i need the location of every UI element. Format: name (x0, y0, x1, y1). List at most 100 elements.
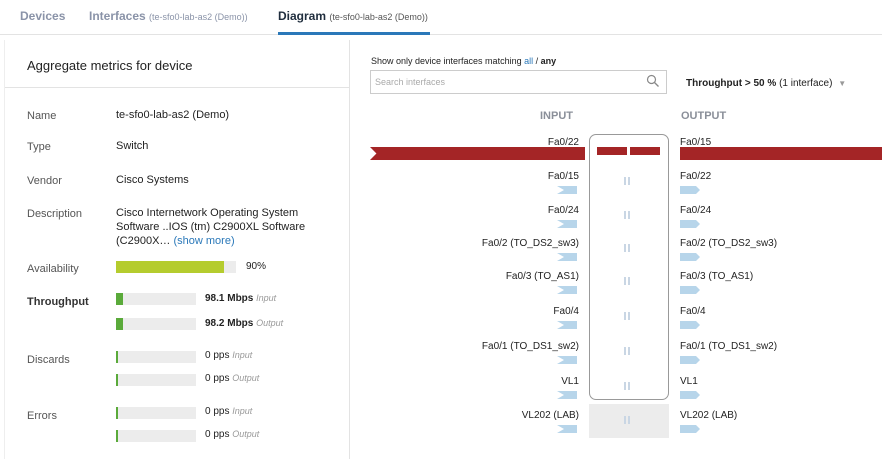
output-interface-label[interactable]: Fa0/15 (680, 137, 711, 148)
chevron-down-icon: ▼ (838, 79, 847, 88)
discards-label: Discards (27, 354, 70, 366)
discards-input-value: 0 pps (205, 350, 230, 361)
output-flow-arrow[interactable] (680, 286, 700, 294)
aggregate-metrics-panel: Aggregate metrics for device Name te-sfo… (4, 40, 350, 459)
throughput-output-bar (116, 318, 196, 330)
search-input[interactable] (375, 75, 635, 89)
input-flow-arrow[interactable] (557, 253, 577, 261)
errors-input-fill (116, 407, 118, 419)
output-flow-arrow[interactable] (680, 220, 700, 228)
output-interface-label[interactable]: VL1 (680, 376, 698, 387)
filter-label: Show only device interfaces matching all… (371, 56, 556, 66)
input-interface-label[interactable]: Fa0/15 (548, 171, 579, 182)
flow-indicator (628, 312, 630, 320)
panel-title: Aggregate metrics for device (27, 58, 193, 73)
errors-output: 0 pps Output (205, 429, 259, 440)
tab-interfaces[interactable]: Interfaces (te-sfo0-lab-as2 (Demo)) (89, 9, 248, 23)
flow-link-left (597, 147, 627, 155)
tab-devices-label: Devices (20, 9, 66, 23)
name-label: Name (27, 110, 57, 122)
availability-bar-fill (116, 261, 224, 273)
flow-indicator (628, 347, 630, 355)
input-tag: Input (232, 350, 253, 360)
fa0-22-input-flow[interactable] (370, 147, 585, 160)
filter-prefix: Show only device interfaces matching (371, 56, 522, 66)
output-flow-arrow[interactable] (680, 425, 700, 433)
discards-output-fill (116, 374, 118, 386)
output-flow-arrow[interactable] (680, 356, 700, 364)
description-line: Cisco Internetwork Operating System (116, 207, 299, 219)
output-interface-label[interactable]: Fa0/2 (TO_DS2_sw3) (680, 238, 777, 249)
input-flow-arrow[interactable] (557, 286, 577, 294)
input-interface-label[interactable]: Fa0/24 (548, 205, 579, 216)
output-flow-arrow[interactable] (680, 186, 700, 194)
errors-output-bar (116, 430, 196, 442)
description-value: Cisco Internetwork Operating System Soft… (116, 206, 305, 248)
flow-indicator (624, 347, 626, 355)
search-box (370, 70, 667, 94)
description-truncated: (C2900X… (116, 235, 171, 247)
input-interface-label[interactable]: Fa0/3 (TO_AS1) (506, 271, 579, 282)
input-flow-arrow[interactable] (557, 425, 577, 433)
throughput-output-value: 98.2 Mbps (205, 318, 254, 329)
tab-devices[interactable]: Devices (20, 9, 65, 23)
flow-indicator (628, 382, 630, 390)
input-interface-label[interactable]: VL1 (561, 376, 579, 387)
flow-indicator (624, 312, 626, 320)
output-interface-label[interactable]: Fa0/4 (680, 306, 706, 317)
device-box (589, 134, 669, 400)
input-interface-label[interactable]: VL202 (LAB) (522, 410, 579, 421)
discards-input-fill (116, 351, 118, 363)
output-interface-label[interactable]: Fa0/3 (TO_AS1) (680, 271, 753, 282)
output-flow-arrow[interactable] (680, 391, 700, 399)
tab-diagram-sub: (te-sfo0-lab-as2 (Demo)) (329, 12, 428, 22)
availability-value: 90% (246, 261, 267, 272)
discards-input: 0 pps Input (205, 350, 252, 361)
throughput-output: 98.2 Mbps Output (205, 318, 283, 329)
input-flow-arrow[interactable] (557, 186, 577, 194)
throughput-input-value: 98.1 Mbps (205, 293, 254, 304)
output-header: OUTPUT (681, 110, 727, 122)
tab-interfaces-label: Interfaces (89, 9, 146, 23)
output-flow-arrow[interactable] (680, 253, 700, 261)
errors-input-value: 0 pps (205, 406, 230, 417)
input-flow-arrow[interactable] (557, 391, 577, 399)
input-flow-arrow[interactable] (557, 356, 577, 364)
divider (5, 87, 350, 88)
errors-input-bar (116, 407, 196, 419)
throughput-filter-dropdown[interactable]: Throughput > 50 % (1 interface) ▼ (686, 78, 846, 89)
fa0-15-output-flow[interactable] (680, 147, 882, 160)
input-tag: Input (232, 406, 253, 416)
input-header: INPUT (540, 110, 573, 122)
input-flow-arrow[interactable] (557, 220, 577, 228)
discards-output-bar (116, 374, 196, 386)
input-interface-label[interactable]: Fa0/4 (553, 306, 579, 317)
input-interface-label[interactable]: Fa0/1 (TO_DS1_sw2) (482, 341, 579, 352)
search-icon[interactable] (646, 74, 660, 88)
availability-bar (116, 261, 236, 273)
match-all-link[interactable]: all (524, 56, 533, 66)
tab-bar: Devices Interfaces (te-sfo0-lab-as2 (Dem… (0, 0, 882, 35)
filter-separator: / (535, 56, 539, 66)
output-interface-label[interactable]: VL202 (LAB) (680, 410, 737, 421)
tab-diagram[interactable]: Diagram (te-sfo0-lab-as2 (Demo)) (278, 9, 428, 23)
output-interface-label[interactable]: Fa0/22 (680, 171, 711, 182)
input-interface-label[interactable]: Fa0/22 (548, 137, 579, 148)
name-value: te-sfo0-lab-as2 (Demo) (116, 109, 230, 121)
show-more-link[interactable]: (show more) (173, 235, 234, 247)
description-label: Description (27, 208, 83, 220)
flow-indicator (624, 244, 626, 252)
output-tag: Output (232, 429, 260, 439)
input-flow-arrow[interactable] (557, 321, 577, 329)
input-interface-label[interactable]: Fa0/2 (TO_DS2_sw3) (482, 238, 579, 249)
throughput-input-fill (116, 293, 123, 305)
match-any-option[interactable]: any (541, 56, 557, 66)
errors-input: 0 pps Input (205, 406, 252, 417)
errors-output-value: 0 pps (205, 429, 230, 440)
vendor-label: Vendor (27, 175, 62, 187)
output-flow-arrow[interactable] (680, 321, 700, 329)
output-interface-label[interactable]: Fa0/1 (TO_DS1_sw2) (680, 341, 777, 352)
flow-indicator (628, 211, 630, 219)
output-interface-label[interactable]: Fa0/24 (680, 205, 711, 216)
input-tag: Input (256, 293, 277, 303)
